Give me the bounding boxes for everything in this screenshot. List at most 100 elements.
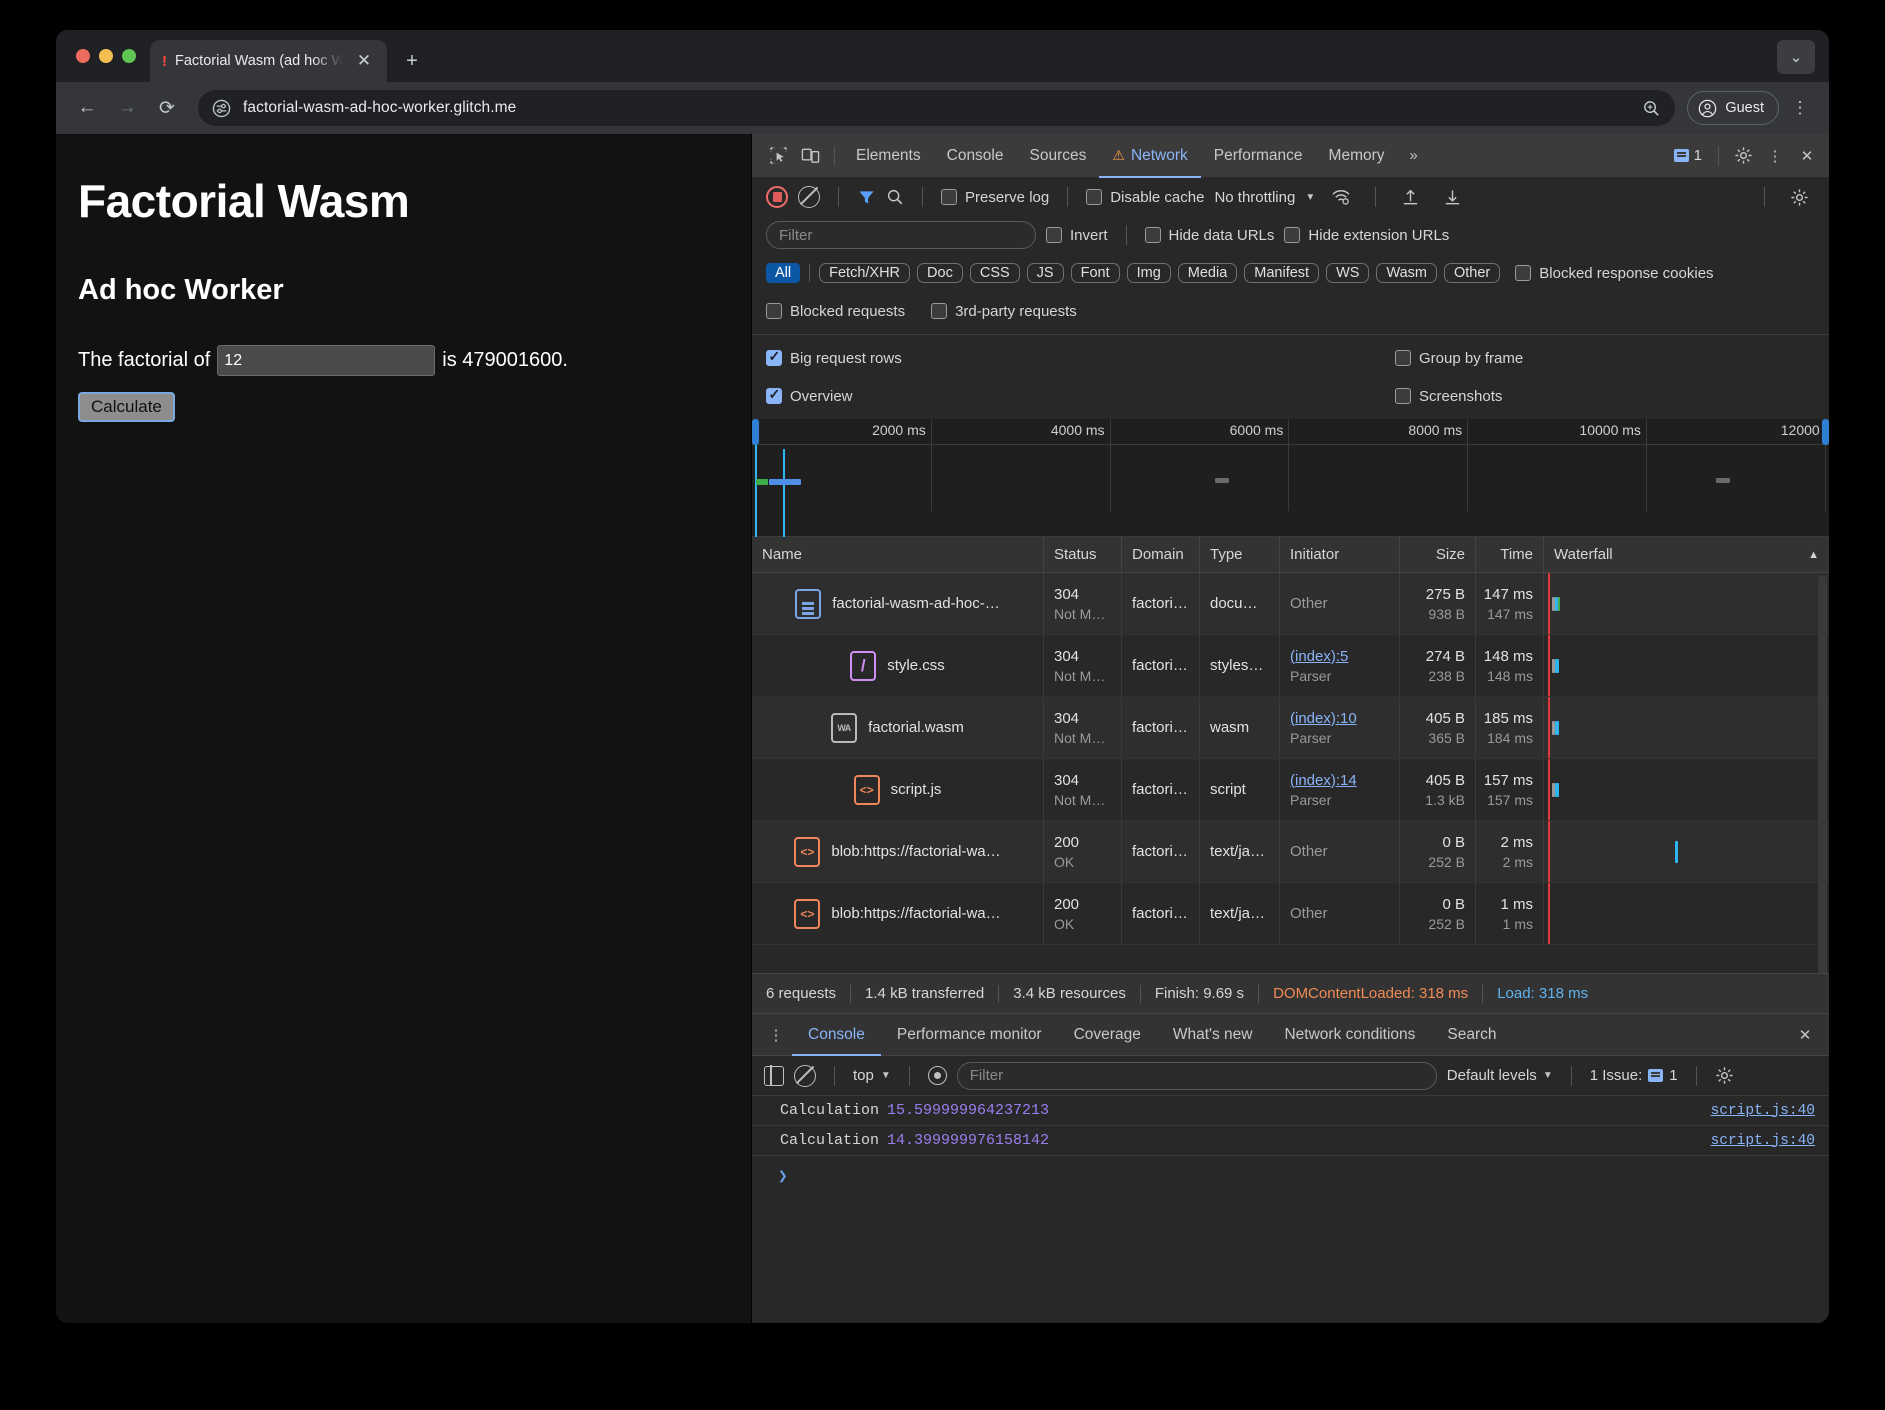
initiator-link[interactable]: (index):10 [1290,710,1389,727]
tab-elements[interactable]: Elements [843,134,934,178]
column-header-type[interactable]: Type [1200,537,1280,573]
initiator-link[interactable]: (index):14 [1290,772,1389,789]
sort-ascending-icon[interactable]: ▲ [1808,549,1819,561]
drawer-tab-console[interactable]: Console [792,1014,881,1056]
arrow-left-icon[interactable]: ← [70,91,104,125]
disable-cache-checkbox[interactable]: Disable cache [1086,189,1204,206]
message-source-link[interactable]: script.js:40 [1711,1103,1815,1119]
tab-sources[interactable]: Sources [1017,134,1100,178]
export-har-icon[interactable] [1436,181,1468,213]
network-filter-input[interactable] [766,221,1036,249]
drawer-tab-whats-new[interactable]: What's new [1157,1014,1269,1056]
tab-network[interactable]: ⚠ Network [1099,134,1200,178]
overview-left-handle[interactable] [752,419,759,445]
maximize-window-button[interactable] [122,49,136,63]
type-filter-other[interactable]: Other [1444,263,1500,283]
message-source-link[interactable]: script.js:40 [1711,1133,1815,1149]
type-filter-fetch-xhr[interactable]: Fetch/XHR [819,263,910,283]
kebab-menu-icon[interactable]: ⋮ [760,1019,792,1051]
profile-button[interactable]: Guest [1687,91,1779,125]
zoom-magnifier-icon[interactable] [1642,99,1661,118]
column-header-name[interactable]: Name [752,537,1044,573]
reload-icon[interactable]: ⟳ [150,91,184,125]
arrow-right-icon[interactable]: → [110,91,144,125]
type-filter-wasm[interactable]: Wasm [1376,263,1437,283]
minimize-window-button[interactable] [99,49,113,63]
drawer-tab-search[interactable]: Search [1431,1014,1512,1056]
network-overview-timeline[interactable]: 2000 ms 4000 ms 6000 ms 8000 ms 10000 ms… [752,419,1829,537]
console-prompt[interactable]: ❯ [752,1156,1829,1192]
third-party-requests-checkbox[interactable]: 3rd-party requests [931,303,1077,320]
tune-settings-icon[interactable] [212,99,231,118]
blocked-response-cookies-checkbox[interactable]: Blocked response cookies [1515,265,1713,282]
execution-context-dropdown[interactable]: top ▼ [853,1067,891,1084]
console-message[interactable]: Calculation 15.599999964237213 script.js… [752,1096,1829,1126]
network-conditions-wifi-icon[interactable] [1325,181,1357,213]
tab-console[interactable]: Console [934,134,1017,178]
hide-extension-urls-checkbox[interactable]: Hide extension URLs [1284,227,1449,244]
close-icon[interactable]: ✕ [351,48,377,74]
type-filter-ws[interactable]: WS [1326,263,1369,283]
console-sidebar-icon[interactable] [764,1066,784,1086]
search-icon[interactable] [886,188,904,206]
table-scrollbar[interactable] [1818,575,1827,973]
invert-checkbox[interactable]: Invert [1046,227,1108,244]
drawer-tab-performance-monitor[interactable]: Performance monitor [881,1014,1058,1056]
kebab-menu-icon[interactable]: ⋮ [1759,140,1791,172]
type-filter-doc[interactable]: Doc [917,263,963,283]
initiator-link[interactable]: (index):5 [1290,648,1389,665]
table-row[interactable]: factorial-wasm-ad-hoc-… 304 Not M… facto… [752,573,1829,635]
type-filter-media[interactable]: Media [1178,263,1238,283]
column-header-size[interactable]: Size [1400,537,1476,573]
calculate-button[interactable]: Calculate [78,392,175,422]
group-by-frame-checkbox[interactable]: Group by frame [1395,350,1815,367]
kebab-menu-icon[interactable]: ⋮ [1785,91,1815,125]
overview-right-handle[interactable] [1822,419,1829,445]
console-issues-chip[interactable]: 1 Issue: 1 [1590,1067,1678,1084]
table-row[interactable]: / style.css 304 Not M… factori… styles… [752,635,1829,697]
throttling-dropdown[interactable]: No throttling ▼ [1214,189,1315,206]
browser-tab[interactable]: ! Factorial Wasm (ad hoc Work ✕ [150,40,387,82]
preserve-log-checkbox[interactable]: Preserve log [941,189,1049,206]
close-icon[interactable]: ✕ [1791,140,1823,172]
column-header-initiator[interactable]: Initiator [1280,537,1400,573]
big-request-rows-checkbox[interactable]: Big request rows [766,350,902,367]
tab-performance[interactable]: Performance [1201,134,1316,178]
log-levels-dropdown[interactable]: Default levels ▼ [1447,1067,1553,1084]
factorial-input[interactable] [217,345,435,376]
funnel-filter-icon[interactable] [857,188,876,207]
type-filter-manifest[interactable]: Manifest [1244,263,1319,283]
eye-live-expression-icon[interactable] [928,1066,947,1085]
type-filter-img[interactable]: Img [1127,263,1171,283]
inspect-element-icon[interactable] [762,140,794,172]
table-row[interactable]: <> blob:https://factorial-wa… 200 OK fac… [752,821,1829,883]
chevron-down-icon[interactable]: ⌄ [1777,40,1815,74]
screenshots-checkbox[interactable]: Screenshots [1395,388,1815,405]
column-header-domain[interactable]: Domain [1122,537,1200,573]
console-filter-input[interactable] [957,1062,1437,1090]
type-filter-js[interactable]: JS [1027,263,1064,283]
tab-memory[interactable]: Memory [1316,134,1398,178]
type-filter-all[interactable]: All [766,263,800,283]
type-filter-css[interactable]: CSS [970,263,1020,283]
table-row[interactable]: WA factorial.wasm 304 Not M… factori… wa… [752,697,1829,759]
plus-icon[interactable]: + [399,48,425,74]
clear-console-icon[interactable] [794,1065,816,1087]
record-stop-icon[interactable] [766,186,788,208]
table-row[interactable]: <> script.js 304 Not M… factori… script [752,759,1829,821]
type-filter-font[interactable]: Font [1071,263,1120,283]
close-icon[interactable]: ✕ [1789,1019,1821,1051]
console-message[interactable]: Calculation 14.399999976158142 script.js… [752,1126,1829,1156]
table-row[interactable]: <> blob:https://factorial-wa… 200 OK fac… [752,883,1829,945]
blocked-requests-checkbox[interactable]: Blocked requests [766,303,905,320]
clear-network-log-icon[interactable] [798,186,820,208]
column-header-status[interactable]: Status [1044,537,1122,573]
gear-icon[interactable] [1727,140,1759,172]
hide-data-urls-checkbox[interactable]: Hide data URLs [1145,227,1275,244]
gear-icon[interactable] [1715,1066,1734,1085]
close-window-button[interactable] [76,49,90,63]
address-bar[interactable]: factorial-wasm-ad-hoc-worker.glitch.me [198,90,1675,126]
drawer-tab-network-conditions[interactable]: Network conditions [1268,1014,1431,1056]
column-header-time[interactable]: Time [1476,537,1544,573]
overview-checkbox[interactable]: Overview [766,388,853,405]
